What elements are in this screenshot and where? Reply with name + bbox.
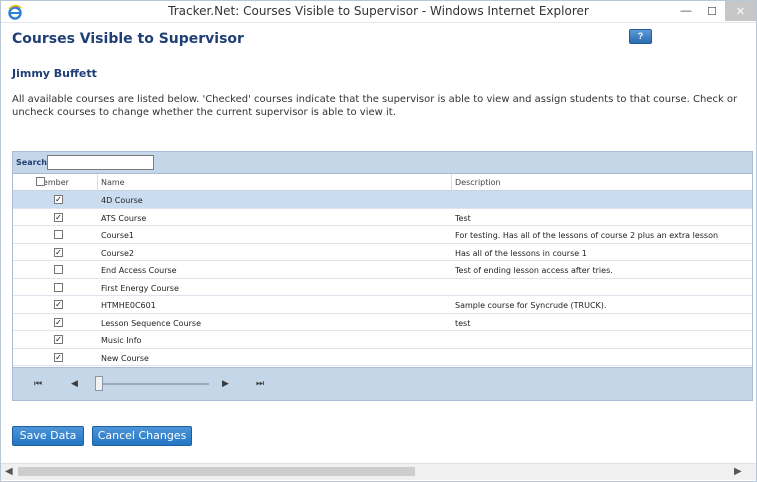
table-row[interactable]: Course1 For testing. Has all of the lesso… xyxy=(13,226,752,244)
course-description: Sample course for Syncrude (TRUCK). xyxy=(455,301,607,310)
course-name: End Access Course xyxy=(101,266,177,275)
table-row[interactable]: End Access Course Test of ending lesson a… xyxy=(13,261,752,279)
courses-grid: Search: Member Name Description ✓ 4D Cour… xyxy=(12,151,753,401)
help-button[interactable]: ? xyxy=(629,29,652,44)
course-name: ATS Course xyxy=(101,213,147,223)
course-description: For testing. Has all of the lessons of c… xyxy=(455,231,719,240)
course-description: Test xyxy=(455,213,471,223)
column-header-description[interactable]: Description xyxy=(452,174,752,191)
table-row[interactable]: ✓ 4D Course xyxy=(13,191,752,209)
pager: ⏮ ◀ ▶ ⏭ xyxy=(13,367,752,400)
supervisor-name: Jimmy Buffett xyxy=(12,67,97,80)
table-row[interactable]: ✓ Music Info xyxy=(13,331,752,349)
member-checkbox[interactable]: ✓ xyxy=(54,247,63,257)
member-checkbox[interactable]: ✓ xyxy=(54,212,63,222)
member-checkbox[interactable]: ✓ xyxy=(54,352,63,362)
table-row[interactable]: ✓ Course2 Has all of the lessons in course… xyxy=(13,244,752,261)
grid-header: Member Name Description xyxy=(13,174,752,191)
member-checkbox[interactable]: ✓ xyxy=(54,335,63,344)
page-slider-track[interactable] xyxy=(98,383,209,385)
browser-window: Tracker.Net: Courses Visible to Supervis… xyxy=(0,0,757,482)
previous-page-icon[interactable]: ◀ xyxy=(71,378,78,389)
intro-text: All available courses are listed below. … xyxy=(12,94,738,118)
course-name: HTMHE0C601 xyxy=(101,301,156,310)
course-name: First Energy Course xyxy=(101,283,179,293)
scroll-left-icon[interactable]: ◀ xyxy=(5,466,13,477)
close-button[interactable]: ✕ xyxy=(725,1,756,21)
course-description: Test of ending lesson access after tries… xyxy=(455,266,613,275)
search-bar: Search: xyxy=(13,152,752,174)
next-page-icon[interactable]: ▶ xyxy=(222,378,229,389)
course-description: test xyxy=(455,318,471,328)
scrollbar-thumb[interactable] xyxy=(18,467,415,476)
search-input[interactable] xyxy=(47,155,154,170)
grid-rows: ✓ 4D Course ✓ ATS Course Test Course1 For test… xyxy=(13,191,752,366)
member-checkbox[interactable] xyxy=(54,265,63,274)
scroll-right-icon[interactable]: ▶ xyxy=(734,466,742,477)
select-all-checkbox[interactable] xyxy=(36,177,45,186)
course-name: Course1 xyxy=(101,231,135,240)
window-title: Tracker.Net: Courses Visible to Supervis… xyxy=(168,4,589,18)
page-slider-thumb[interactable] xyxy=(95,376,103,391)
column-header-name[interactable]: Name xyxy=(98,174,452,191)
maximize-button[interactable]: ☐ xyxy=(699,1,725,21)
member-checkbox[interactable]: ✓ xyxy=(54,195,63,204)
column-header-member[interactable]: Member xyxy=(13,174,98,191)
table-row[interactable]: ✓ Lesson Sequence Course test xyxy=(13,314,752,331)
course-name: Lesson Sequence Course xyxy=(101,318,202,328)
course-name: New Course xyxy=(101,353,149,363)
title-bar: Tracker.Net: Courses Visible to Supervis… xyxy=(1,1,756,23)
table-row[interactable]: ✓ ATS Course Test xyxy=(13,209,752,226)
table-row[interactable]: ✓ New Course xyxy=(13,349,752,366)
member-checkbox[interactable]: ✓ xyxy=(54,317,63,327)
minimize-button[interactable]: — xyxy=(673,1,699,21)
save-data-button[interactable]: Save Data xyxy=(12,426,84,446)
course-name: 4D Course xyxy=(101,196,143,205)
member-checkbox[interactable] xyxy=(54,230,63,239)
table-row[interactable]: ✓ HTMHE0C601 Sample course for Syncrude (T… xyxy=(13,296,752,314)
course-name: Music Info xyxy=(101,336,142,345)
member-checkbox[interactable]: ✓ xyxy=(54,300,63,309)
last-page-icon[interactable]: ⏭ xyxy=(256,378,264,389)
table-row[interactable]: First Energy Course xyxy=(13,279,752,296)
first-page-icon[interactable]: ⏮ xyxy=(34,378,42,389)
member-checkbox[interactable] xyxy=(54,282,63,292)
course-description: Has all of the lessons in course 1 xyxy=(455,248,587,258)
cancel-changes-button[interactable]: Cancel Changes xyxy=(92,426,192,446)
search-label: Search: xyxy=(16,158,51,167)
course-name: Course2 xyxy=(101,248,135,258)
horizontal-scrollbar[interactable]: ◀ ▶ xyxy=(1,463,756,480)
page-title: Courses Visible to Supervisor xyxy=(12,31,244,47)
